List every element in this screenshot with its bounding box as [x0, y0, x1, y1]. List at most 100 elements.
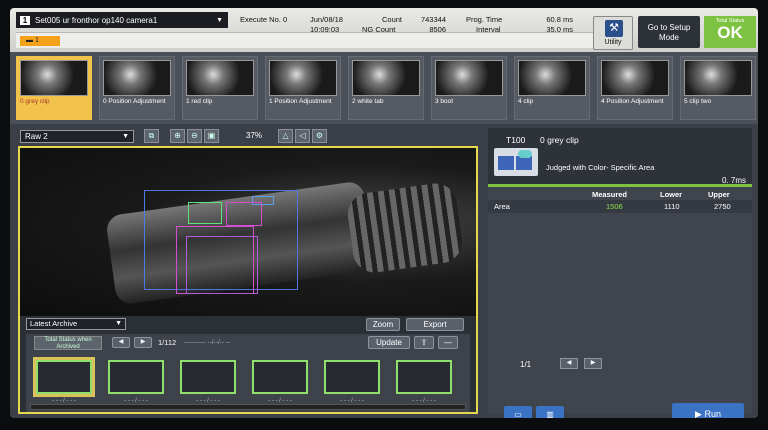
utility-label: Utility	[604, 39, 622, 46]
tool-thumbnail[interactable]: 2 white tab	[348, 56, 424, 120]
upload-icon[interactable]: ⇪	[414, 336, 434, 349]
archive-frame-time: - - - / - - -	[268, 398, 292, 404]
area-upper: 2750	[714, 202, 731, 211]
tool-thumbnail[interactable]: 1 Position Adjustment	[265, 56, 341, 120]
export-button[interactable]: Export	[406, 318, 464, 331]
inspection-area-inner-outline	[186, 236, 258, 294]
area-measured: 1506	[606, 202, 623, 211]
archive-frame-time: - - - / - - -	[52, 398, 76, 404]
image-source-select[interactable]: Raw 2 ▼	[20, 130, 134, 143]
chevron-down-icon: ▼	[216, 16, 223, 24]
tool-thumbnail[interactable]: 3 boot	[431, 56, 507, 120]
time-value: 10:09:03	[310, 25, 340, 34]
ng-count-value: 8506	[429, 25, 446, 34]
tool-preview-image	[186, 60, 254, 96]
tool-thumbnail[interactable]: 0 Position Adjustment	[99, 56, 175, 120]
tool-caption: 0 Position Adjustment	[103, 98, 166, 105]
minimize-icon[interactable]: —	[438, 336, 458, 349]
measured-header: Measured	[592, 190, 628, 199]
prev-page-icon[interactable]: ◀	[112, 337, 130, 348]
count-value: 743344	[420, 15, 446, 24]
tool-preview-image	[435, 60, 503, 96]
archive-frame[interactable]	[108, 360, 164, 394]
archive-scrollbar[interactable]	[30, 404, 466, 410]
tool-name: 0 grey clip	[540, 135, 579, 145]
tool-thumbnail[interactable]: 4 clip	[514, 56, 590, 120]
layout-toggle-icon[interactable]: ⧉	[144, 129, 159, 143]
archive-frame-time: - - - / - - -	[412, 398, 436, 404]
archive-frame[interactable]	[252, 360, 308, 394]
set-number: 1	[20, 15, 30, 25]
total-status-indicator: Total Status OK	[704, 16, 756, 48]
set-name: Set005 ur fronthor op140 camera1	[35, 15, 158, 25]
tool-thumbnail[interactable]: 1 red clip	[182, 56, 258, 120]
tool-caption: 4 Position Adjustment	[601, 98, 664, 105]
chevron-down-icon: ▼	[115, 320, 122, 327]
result-panel: T100 0 grey clip Judged with Color- Spec…	[488, 128, 752, 418]
archive-frame[interactable]	[180, 360, 236, 394]
result-header: T100 0 grey clip Judged with Color- Spec…	[488, 128, 752, 185]
prog-time-label: Prog. Time	[466, 15, 503, 24]
judgement-method: Judged with Color- Specific Area	[546, 163, 655, 172]
region-back-icon[interactable]: ◁	[295, 129, 310, 143]
archive-frame[interactable]	[396, 360, 452, 394]
date-value: Jun/08/18	[310, 15, 343, 24]
vision-sensor-screen: 1 Set005 ur fronthor op140 camera1 ▼ ▬ 1…	[10, 8, 758, 418]
setup-mode-button[interactable]: Go to Setup Mode	[638, 16, 700, 48]
result-page-counter: 1/1	[520, 360, 532, 369]
chevron-down-icon: ▼	[122, 133, 129, 140]
inspection-set-select[interactable]: 1 Set005 ur fronthor op140 camera1 ▼	[16, 12, 228, 28]
interval-label: Interval	[476, 25, 501, 34]
camera-tag[interactable]: ▬ 1	[20, 36, 60, 46]
tool-preview-image	[352, 60, 420, 96]
zoom-in-icon[interactable]: ⊕	[170, 129, 185, 143]
tool-caption: 1 red clip	[186, 98, 213, 105]
area-lower: 1110	[664, 202, 680, 211]
next-page-icon[interactable]: ▶	[134, 337, 152, 348]
tool-thumbnail[interactable]: 4 Position Adjustment	[597, 56, 673, 120]
tools-icon: ⚒	[605, 20, 623, 37]
image-viewer: Latest Archive ▼ Zoom Export Total Status…	[18, 146, 478, 414]
tool-caption: 4 clip	[518, 98, 534, 105]
fit-screen-icon[interactable]: ▣	[204, 129, 219, 143]
tool-caption: 0 grey clip	[20, 98, 50, 105]
tool-caption: 2 white tab	[352, 98, 384, 105]
tool-preview-image	[269, 60, 337, 96]
tag-bar: ▬ 1	[16, 32, 596, 48]
utility-button[interactable]: ⚒ Utility	[593, 16, 633, 50]
archive-frame[interactable]	[36, 360, 92, 394]
camera-image[interactable]	[20, 148, 476, 316]
status-bar	[488, 184, 752, 187]
tool-preview-image	[20, 60, 88, 96]
total-status-value: OK	[717, 23, 743, 42]
tool-caption: 1 Position Adjustment	[269, 98, 332, 105]
region-up-icon[interactable]: △	[278, 129, 293, 143]
header-bar: 1 Set005 ur fronthor op140 camera1 ▼ ▬ 1…	[10, 8, 758, 52]
ng-count-label: NG Count	[362, 25, 396, 34]
update-button[interactable]: Update	[368, 336, 410, 349]
result-prev-icon[interactable]: ◀	[560, 358, 578, 369]
region-settings-icon[interactable]: ⚙	[312, 129, 327, 143]
archive-frame-time: - - - / - - -	[340, 398, 364, 404]
tool-preview-image	[103, 60, 171, 96]
archive-frame[interactable]	[324, 360, 380, 394]
tool-thumbnail[interactable]: 0 grey clip	[16, 56, 92, 120]
archive-select[interactable]: Latest Archive ▼	[26, 318, 126, 330]
bar-chart-icon[interactable]: ▥	[536, 406, 564, 418]
viewer-toolbar: Raw 2 ▼ ⧉ ⊕ ⊖ ▣ 37% △ ◁ ⚙	[20, 128, 488, 144]
result-next-icon[interactable]: ▶	[584, 358, 602, 369]
list-view-icon[interactable]: ▭	[504, 406, 532, 418]
tool-strip: 0 grey clip 0 Position Adjustment 1 red cl…	[10, 52, 758, 124]
zoom-out-icon[interactable]: ⊖	[187, 129, 202, 143]
position-reference-outline	[188, 202, 222, 224]
run-button[interactable]: ▶ Run	[672, 403, 744, 418]
tool-thumbnail[interactable]: 5 clip two	[680, 56, 756, 120]
zoom-button[interactable]: Zoom	[366, 318, 400, 331]
page-counter: 1/112	[158, 338, 177, 347]
tool-caption: 5 clip two	[684, 98, 712, 105]
archive-frame-time: - - - / - - -	[124, 398, 148, 404]
upper-header: Upper	[708, 190, 730, 199]
lower-header: Lower	[660, 190, 683, 199]
prog-time-value: 60.8 ms	[546, 15, 573, 24]
execute-label: Execute No. 0	[240, 15, 288, 24]
